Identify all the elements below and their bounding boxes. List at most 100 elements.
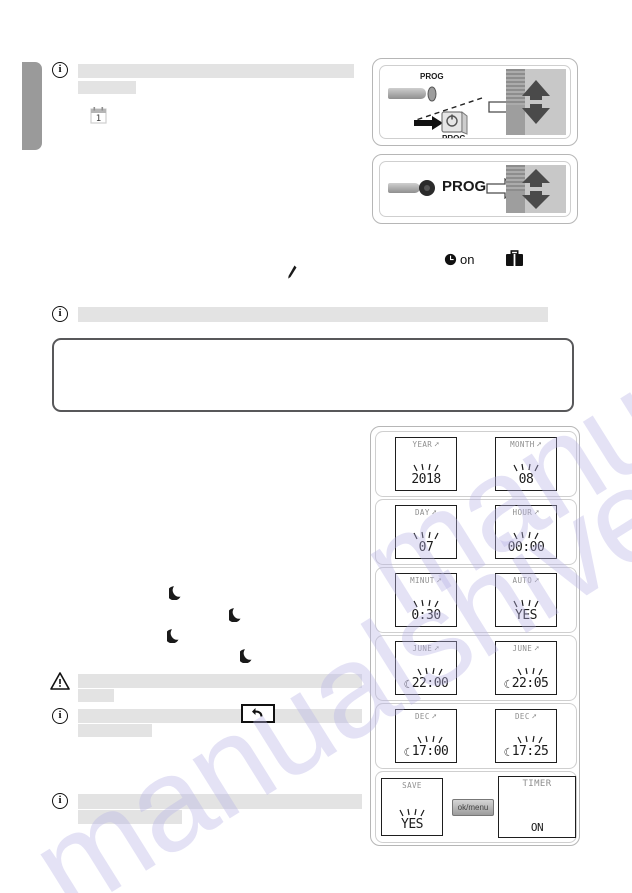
timer-on-indicator: on [444,252,474,267]
blink-rays-icon [413,463,439,472]
lcd-cell: DAY ➚ 07 [376,500,476,564]
warning-triangle-icon [50,672,70,690]
lcd-row: DEC ➚ ☾ 17:00 DEC ➚ ☾ 17:25 [375,703,577,769]
lcd-value: YES [515,608,537,623]
lcd-title: JUNE [412,644,433,653]
lcd-cell: MONTH ➚ 08 [476,432,576,496]
lcd-sequence-panel: YEAR ➚ 2018 MONTH ➚ 08 DAY ➚ 07 HOUR ➚ 0… [370,426,580,846]
lcd-row: JUNE ➚ ☾ 22:00 JUNE ➚ ☾ 22:05 [375,635,577,701]
lcd-title: JUNE [512,644,533,653]
lcd-screen-month: MONTH ➚ 08 [495,437,557,491]
lcd-row-final: SAVE YES ok/menu TIMER ON [375,771,577,843]
prog-illustration-panel-1: PROG PROG [372,58,578,146]
lcd-cell: YEAR ➚ 2018 [376,432,476,496]
redacted-text-bar [78,307,548,322]
redacted-text-bar [78,709,362,723]
lcd-screen-dec-end: DEC ➚ ☾ 17:25 [495,709,557,763]
blink-rays-icon [413,599,439,608]
lcd-title: DEC [415,712,430,721]
lcd-value: 0:30 [411,608,441,623]
lcd-screen-save: SAVE YES [381,778,443,836]
lcd-screen-hour: HOUR ➚ 00:00 [495,505,557,559]
lcd-value: 07 [418,540,434,555]
lcd-title: TIMER [522,779,552,789]
empty-note-box [52,338,574,412]
moon-icon [165,627,181,644]
display-thumbnail [506,69,566,135]
lcd-cell: AUTO ➚ YES [476,568,576,632]
lcd-row: MINUT ➚ 0:30 AUTO ➚ YES [375,567,577,633]
lcd-value: 00:00 [507,540,545,555]
lcd-cell: DEC ➚ ☾ 17:25 [476,704,576,768]
redacted-text-bar [78,810,182,824]
info-icon: i [52,708,68,724]
redacted-text-bar [78,674,362,688]
lcd-title: AUTO [512,576,533,585]
pencil-icon: ➚ [531,712,537,721]
lcd-row: YEAR ➚ 2018 MONTH ➚ 08 [375,431,577,497]
moon-icon [238,647,254,664]
blink-rays-icon [399,808,425,817]
lcd-title: MONTH [510,440,535,449]
blink-rays-icon [417,667,443,676]
moon-icon: ☾ [403,746,411,759]
blink-rays-icon [513,463,539,472]
moon-icon: ☾ [503,678,511,691]
lcd-cell: JUNE ➚ ☾ 22:00 [376,636,476,700]
lcd-cell-button: ok/menu [448,772,498,842]
lcd-title: HOUR [512,508,533,517]
back-button[interactable] [241,704,275,723]
prog-illustration-panel-2: PROG [372,154,578,224]
lcd-cell: SAVE YES [376,772,448,842]
redacted-text-bar [78,689,114,702]
lcd-cell: DEC ➚ ☾ 17:00 [376,704,476,768]
pencil-icon: ➚ [431,508,437,517]
lcd-value: 08 [518,472,534,487]
lcd-cell: HOUR ➚ 00:00 [476,500,576,564]
lcd-screen-auto: AUTO ➚ YES [495,573,557,627]
display-thumbnail [506,165,566,213]
lcd-row: DAY ➚ 07 HOUR ➚ 00:00 [375,499,577,565]
lcd-value: 2018 [411,472,441,487]
clock-icon [444,253,457,266]
pencil-icon: ➚ [431,712,437,721]
lcd-cell: TIMER ON [498,772,576,842]
prog-label-module: PROG [442,134,466,139]
lcd-value: ON [530,821,544,834]
pencil-icon: ➚ [534,644,540,653]
up-down-arrows-icon [522,169,550,209]
blink-rays-icon [417,735,443,744]
info-icon: i [52,793,68,809]
pencil-icon: ➚ [436,576,442,585]
blink-rays-icon [513,599,539,608]
pencil-icon: ➚ [434,644,440,653]
moon-icon: ☾ [503,746,511,759]
briefcase-icon [505,250,524,267]
lcd-value: 22:05 [511,676,549,691]
moon-icon [167,584,183,601]
lcd-title: DEC [515,712,530,721]
lcd-screen-timer: TIMER ON [498,776,576,838]
moon-icon [227,606,243,623]
lcd-screen-june-end: JUNE ➚ ☾ 22:05 [495,641,557,695]
ok-menu-button[interactable]: ok/menu [452,798,494,816]
lcd-value: 17:25 [511,744,549,759]
lcd-title: DAY [415,508,430,517]
blink-rays-icon [513,531,539,540]
lcd-value: 17:00 [411,744,449,759]
moon-icon: ☾ [403,678,411,691]
redacted-text-bar [78,81,136,94]
lcd-title: YEAR [412,440,433,449]
prog-knob-icon [419,180,435,196]
blink-rays-icon [517,735,543,744]
pencil-icon: ➚ [534,576,540,585]
page-edge-tab [22,62,42,150]
info-icon: i [52,306,68,322]
manual-page: i i i i 1 on PROG PROG PROG YEAR ➚ 2018 … [0,0,632,893]
pencil-icon: ➚ [534,508,540,517]
blink-rays-icon [413,531,439,540]
pencil-icon: ➚ [434,440,440,449]
redacted-text-bar [78,794,362,809]
lcd-title: MINUT [410,576,435,585]
lcd-screen-june-start: JUNE ➚ ☾ 22:00 [395,641,457,695]
